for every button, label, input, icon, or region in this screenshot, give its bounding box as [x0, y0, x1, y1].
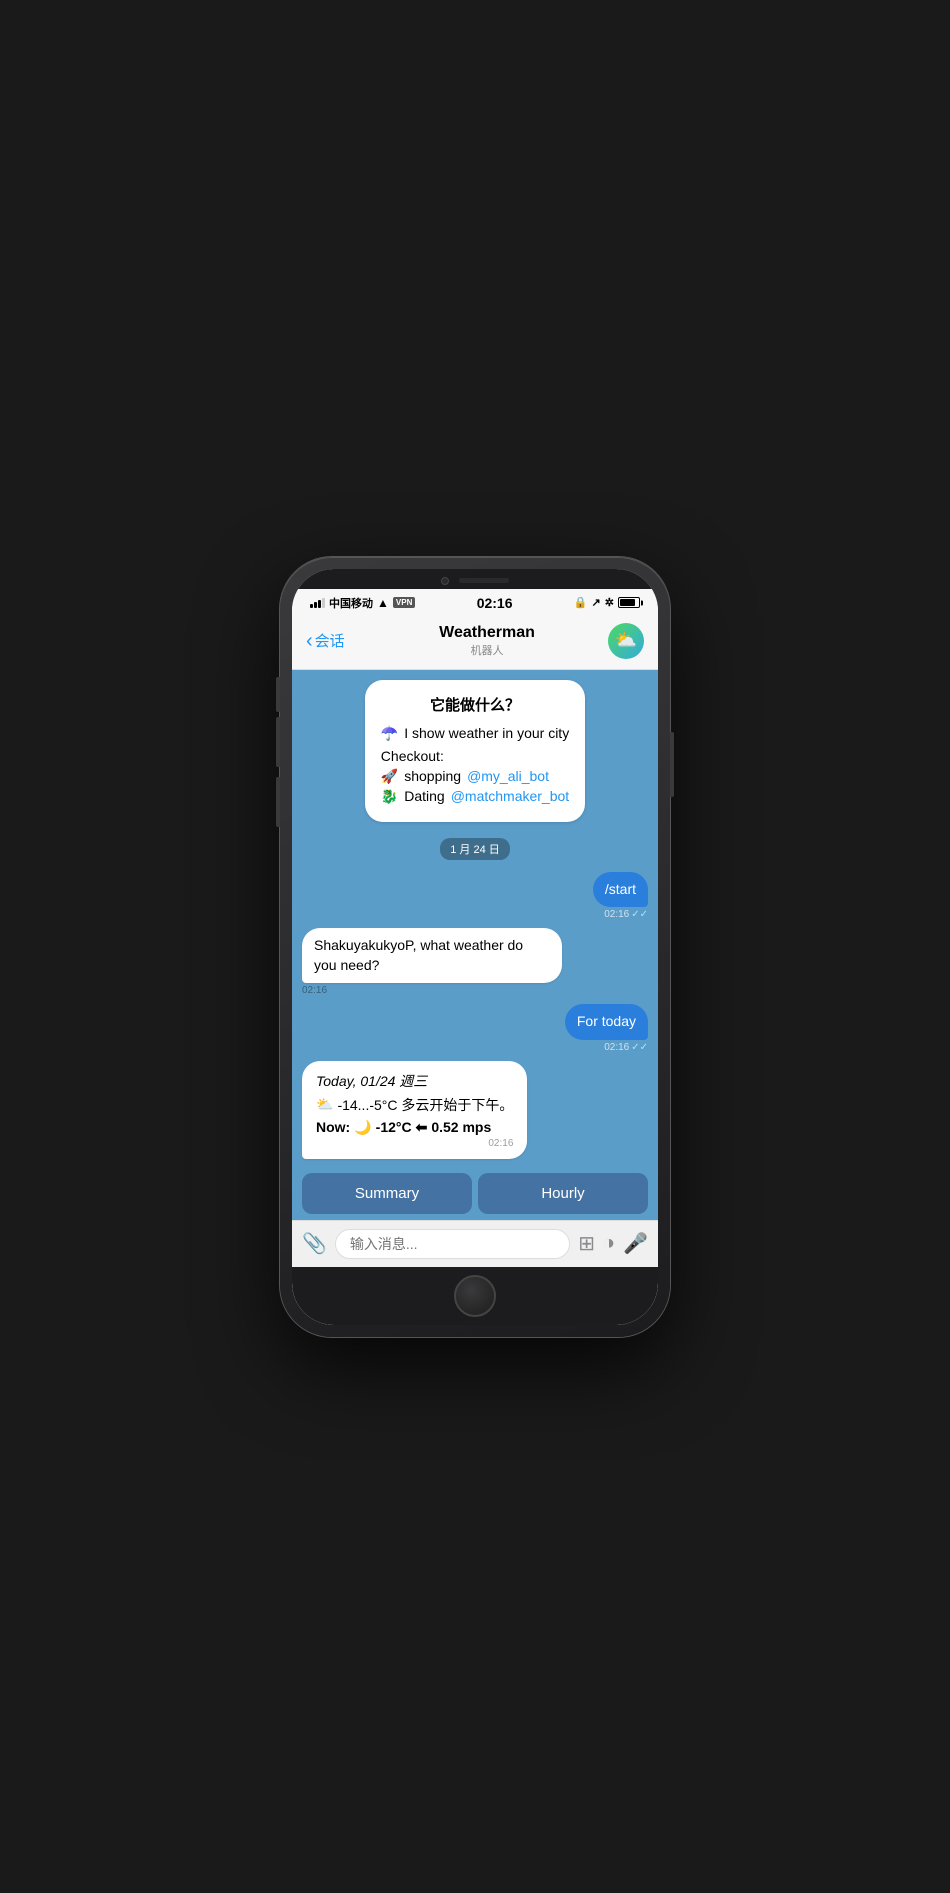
message-input[interactable]: [335, 1229, 570, 1259]
now-temp: -12°C: [376, 1119, 412, 1135]
status-right: 🔒 ↗ ✲: [574, 596, 640, 609]
weather-date: Today, 01/24 週三: [316, 1071, 513, 1091]
location-icon: ↗: [592, 596, 601, 609]
back-button[interactable]: ‹ 会话: [306, 630, 366, 651]
signal-bar-1: [310, 604, 313, 608]
chat-title: Weatherman: [366, 624, 608, 642]
action-buttons-row: Summary Hourly: [292, 1167, 658, 1220]
for-today-text: For today: [577, 1013, 636, 1029]
date-separator: 1 月 24 日: [302, 838, 648, 860]
mic-icon[interactable]: 🎤: [623, 1231, 648, 1256]
shopping-text: shopping: [404, 768, 461, 784]
status-time: 02:16: [477, 595, 513, 611]
message-row-weather-info: Today, 01/24 週三 ⛅ -14...-5°C 多云开始于下午。 No…: [302, 1061, 648, 1159]
weather-question-text: ShakuyakukyoP, what weather do you need?: [314, 937, 523, 973]
dating-text: Dating: [404, 788, 444, 804]
weather-temp: ⛅ -14...-5°C 多云开始于下午。: [316, 1095, 513, 1115]
weather-now: Now: 🌙 -12°C ⬅ 0.52 mps: [316, 1119, 513, 1136]
status-left: 中国移动 ▲ VPN: [310, 595, 415, 611]
start-text: /start: [605, 881, 636, 897]
battery-fill: [620, 599, 635, 606]
temp-range-text: -14...-5°C 多云开始于下午。: [337, 1095, 513, 1115]
chat-messages: 它能做什么？ ☂️ I show weather in your city Ch…: [292, 670, 658, 1167]
welcome-line1: ☂️ I show weather in your city: [381, 725, 569, 742]
message-row-weather-question: ShakuyakukyoP, what weather do you need?…: [302, 928, 648, 996]
chat-subtitle: 机器人: [366, 642, 608, 658]
top-bezel: [292, 569, 658, 589]
moon-icon: 🌙: [354, 1119, 371, 1136]
dating-link-line: 🐉 Dating @matchmaker_bot: [381, 788, 569, 805]
signal-bars: [310, 597, 325, 608]
checkout-label: Checkout:: [381, 748, 569, 764]
volume-up-button: [276, 717, 280, 767]
avatar-icon: ⛅: [615, 630, 637, 651]
for-today-bubble: For today: [565, 1004, 648, 1040]
home-area: [292, 1267, 658, 1325]
for-today-checkmarks: ✓✓: [631, 1042, 648, 1053]
signal-bar-2: [314, 602, 317, 608]
speaker: [459, 578, 509, 583]
status-bar: 中国移动 ▲ VPN 02:16 🔒 ↗ ✲: [292, 589, 658, 615]
input-right-icons: ⊞ ◑ 🎤: [578, 1231, 648, 1256]
now-label: Now:: [316, 1119, 350, 1135]
header-center: Weatherman 机器人: [366, 624, 608, 658]
shopping-link-line: 🚀 shopping @my_ali_bot: [381, 768, 569, 785]
dragon-icon: 🐉: [381, 788, 398, 805]
back-arrow-icon: ‹: [306, 631, 313, 651]
weather-info-bubble: Today, 01/24 週三 ⛅ -14...-5°C 多云开始于下午。 No…: [302, 1061, 527, 1159]
lock-icon: 🔒: [574, 596, 588, 609]
message-row-for-today: For today 02:16 ✓✓: [302, 1004, 648, 1053]
chat-header: ‹ 会话 Weatherman 机器人 ⛅: [292, 615, 658, 670]
phone-frame: 中国移动 ▲ VPN 02:16 🔒 ↗ ✲ ‹ 会话 Weatherman: [280, 557, 670, 1337]
welcome-title: 它能做什么？: [381, 694, 569, 715]
signal-bar-3: [318, 600, 321, 608]
umbrella-icon: ☂️: [381, 725, 398, 742]
bluetooth-icon: ✲: [605, 596, 614, 609]
wind-speed: 0.52 mps: [431, 1119, 491, 1135]
weather-question-meta: 02:16: [302, 985, 327, 996]
date-pill: 1 月 24 日: [440, 838, 510, 860]
vpn-badge: VPN: [393, 597, 415, 608]
matchmaker-bot-link[interactable]: @matchmaker_bot: [451, 788, 569, 804]
volume-down-button: [276, 777, 280, 827]
weather-question-bubble: ShakuyakukyoP, what weather do you need?: [302, 928, 562, 983]
wifi-icon: ▲: [377, 596, 389, 610]
start-bubble: /start: [593, 872, 648, 908]
battery-icon: [618, 597, 640, 608]
start-meta: 02:16 ✓✓: [604, 909, 648, 920]
message-row-start: /start 02:16 ✓✓: [302, 872, 648, 921]
sticker-icon[interactable]: ⊞: [578, 1231, 595, 1256]
attach-icon[interactable]: 📎: [302, 1231, 327, 1256]
bot-avatar[interactable]: ⛅: [608, 623, 644, 659]
welcome-text1: I show weather in your city: [404, 725, 569, 741]
summary-button[interactable]: Summary: [302, 1173, 472, 1214]
for-today-meta: 02:16 ✓✓: [604, 1042, 648, 1053]
emoji-icon[interactable]: ◑: [603, 1232, 615, 1255]
start-time: 02:16: [604, 909, 629, 920]
weather-time: 02:16: [316, 1138, 513, 1149]
for-today-time: 02:16: [604, 1042, 629, 1053]
cloud-sun-icon: ⛅: [316, 1096, 333, 1113]
back-label: 会话: [315, 630, 345, 651]
hourly-button[interactable]: Hourly: [478, 1173, 648, 1214]
my-ali-bot-link[interactable]: @my_ali_bot: [467, 768, 549, 784]
input-bar: 📎 ⊞ ◑ 🎤: [292, 1220, 658, 1267]
carrier-label: 中国移动: [329, 595, 373, 611]
welcome-message: 它能做什么？ ☂️ I show weather in your city Ch…: [365, 680, 585, 822]
signal-bar-4: [322, 598, 325, 608]
weather-question-time: 02:16: [302, 985, 327, 996]
home-button[interactable]: [454, 1275, 496, 1317]
phone-screen: 中国移动 ▲ VPN 02:16 🔒 ↗ ✲ ‹ 会话 Weatherman: [292, 569, 658, 1325]
wind-arrow-icon: ⬅: [416, 1119, 428, 1136]
front-camera: [441, 577, 449, 585]
rocket-icon: 🚀: [381, 768, 398, 785]
power-button: [670, 732, 674, 797]
read-checkmarks: ✓✓: [631, 909, 648, 920]
